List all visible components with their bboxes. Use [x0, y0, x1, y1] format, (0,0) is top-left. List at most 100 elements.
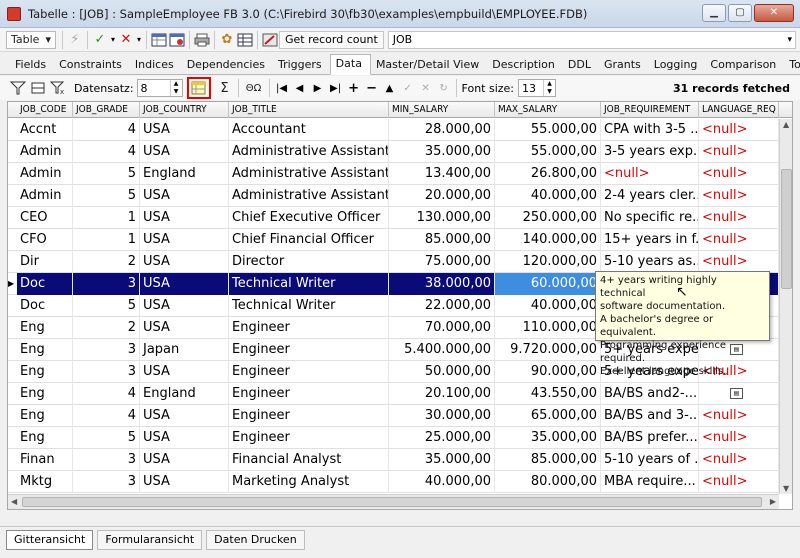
cell-country[interactable]: USA	[140, 141, 229, 163]
cell-country[interactable]: USA	[140, 449, 229, 471]
cell-max[interactable]: 90.000,00	[495, 361, 601, 383]
cell-grade[interactable]: 4	[73, 141, 140, 163]
cell-title[interactable]: Chief Executive Officer	[229, 207, 389, 229]
memo-icon[interactable]: ▤	[730, 388, 743, 399]
tab-constraints[interactable]: Constraints	[54, 56, 130, 74]
column-header-job-country[interactable]: JOB_COUNTRY	[140, 102, 229, 118]
cell-country[interactable]: USA	[140, 119, 229, 141]
object-selector[interactable]: JOB ▾	[387, 30, 796, 49]
omega-icon[interactable]: ΘΩ	[242, 79, 266, 97]
cell-min[interactable]: 75.000,00	[389, 251, 495, 273]
horizontal-scrollbar[interactable]: ◀ ▶	[8, 494, 779, 509]
insert-record-icon[interactable]: +	[345, 79, 363, 97]
cell-country[interactable]: USA	[140, 471, 229, 493]
table-row[interactable]: CFO 1 USA Chief Financial Officer 85.000,00 1…	[8, 229, 779, 251]
cell-max[interactable]: 40.000,00	[495, 185, 601, 207]
cell-lang[interactable]: <null>	[699, 449, 779, 471]
cell-lang[interactable]: <null>	[699, 119, 779, 141]
cell-max[interactable]: 65.000,00	[495, 405, 601, 427]
cell-req[interactable]: BA/BS and2-...	[601, 383, 699, 405]
cell-grade[interactable]: 4	[73, 119, 140, 141]
cell-title[interactable]: Chief Financial Officer	[229, 229, 389, 251]
table-row[interactable]: Eng 5 USA Engineer 25.000,00 35.000,00 BA/BS p…	[8, 427, 779, 449]
cell-code[interactable]: Admin	[17, 185, 73, 207]
scroll-right-icon[interactable]: ▶	[770, 497, 776, 506]
column-header-min-salary[interactable]: MIN_SALARY	[389, 102, 495, 118]
cell-req[interactable]: 2-4 years cler...	[601, 185, 699, 207]
cell-code[interactable]: Eng	[17, 427, 73, 449]
cell-title[interactable]: Administrative Assistant	[229, 185, 389, 207]
cell-max[interactable]: 9.720.000,00	[495, 339, 601, 361]
cell-code[interactable]: CEO	[17, 207, 73, 229]
cell-code[interactable]: Eng	[17, 383, 73, 405]
cell-grade[interactable]: 4	[73, 383, 140, 405]
cell-title[interactable]: Marketing Analyst	[229, 471, 389, 493]
cell-max[interactable]: 35.000,00	[495, 427, 601, 449]
cell-grade[interactable]: 5	[73, 163, 140, 185]
sigma-icon[interactable]: Σ	[215, 79, 235, 97]
cell-max[interactable]: 43.550,00	[495, 383, 601, 405]
chevron-down-icon[interactable]: ▾	[109, 31, 117, 49]
cell-max[interactable]: 55.000,00	[495, 119, 601, 141]
cell-title[interactable]: Director	[229, 251, 389, 273]
tab-triggers[interactable]: Triggers	[273, 56, 330, 74]
cell-min[interactable]: 13.400,00	[389, 163, 495, 185]
cell-min[interactable]: 22.000,00	[389, 295, 495, 317]
cell-grade[interactable]: 3	[73, 273, 140, 295]
font-size-spinner[interactable]: 13 ▲ ▼	[518, 79, 557, 97]
cell-max[interactable]: 40.000,00	[495, 295, 601, 317]
cell-title[interactable]: Technical Writer	[229, 295, 389, 317]
cell-country[interactable]: USA	[140, 229, 229, 251]
get-record-count-button[interactable]: Get record count	[278, 30, 384, 49]
cell-title[interactable]: Accountant	[229, 119, 389, 141]
tab-indices[interactable]: Indices	[130, 56, 182, 74]
next-record-icon[interactable]: ▶	[309, 79, 327, 97]
column-header-language-req[interactable]: LANGUAGE_REQ	[699, 102, 779, 118]
table-row[interactable]: Admin 5 England Administrative Assistant 13.…	[8, 163, 779, 185]
cell-min[interactable]: 35.000,00	[389, 449, 495, 471]
scroll-up-icon[interactable]: ▲	[783, 120, 789, 129]
spinner-arrows-icon[interactable]: ▲ ▼	[543, 80, 555, 96]
vertical-scroll-thumb[interactable]	[781, 169, 792, 289]
cell-lang[interactable]: <null>	[699, 427, 779, 449]
column-header-job-grade[interactable]: JOB_GRADE	[73, 102, 140, 118]
view-tab-daten drucken[interactable]: Daten Drucken	[206, 529, 305, 550]
cell-code[interactable]: Admin	[17, 163, 73, 185]
cell-max[interactable]: 80.000,00	[495, 471, 601, 493]
tab-logging[interactable]: Logging	[649, 56, 706, 74]
maximize-button[interactable]: ▢	[728, 4, 752, 22]
cell-lang[interactable]: <null>	[699, 207, 779, 229]
tab-master-detail-view[interactable]: Master/Detail View	[371, 56, 487, 74]
cell-min[interactable]: 130.000,00	[389, 207, 495, 229]
cell-title[interactable]: Engineer	[229, 361, 389, 383]
post-record-icon[interactable]: ✓	[399, 79, 417, 97]
cell-req[interactable]: CPA with 3-5 ...	[601, 119, 699, 141]
cell-grade[interactable]: 3	[73, 361, 140, 383]
cell-min[interactable]: 20.000,00	[389, 185, 495, 207]
cell-max[interactable]: 250.000,00	[495, 207, 601, 229]
cell-grade[interactable]: 1	[73, 207, 140, 229]
cell-req[interactable]: 5-10 years of ...	[601, 449, 699, 471]
cell-code[interactable]: Eng	[17, 361, 73, 383]
cell-grade[interactable]: 1	[73, 229, 140, 251]
sort-icon[interactable]	[28, 79, 48, 97]
refresh-record-icon[interactable]: ↻	[435, 79, 453, 97]
cell-req[interactable]: 15+ years in f...	[601, 229, 699, 251]
cell-code[interactable]: Eng	[17, 405, 73, 427]
cell-grade[interactable]: 4	[73, 405, 140, 427]
cell-lang[interactable]: <null>	[699, 163, 779, 185]
delete-record-icon[interactable]: −	[363, 79, 381, 97]
cell-code[interactable]: Eng	[17, 317, 73, 339]
spinner-arrows-icon[interactable]: ▲ ▼	[169, 80, 182, 96]
cell-country[interactable]: USA	[140, 185, 229, 207]
cell-lang[interactable]: <null>	[699, 471, 779, 493]
vertical-scrollbar[interactable]: ▲ ▼	[779, 119, 792, 494]
table-dropdown[interactable]: Table ▾	[6, 30, 56, 49]
cell-country[interactable]: Japan	[140, 339, 229, 361]
cell-country[interactable]: USA	[140, 273, 229, 295]
cell-title[interactable]: Administrative Assistant	[229, 141, 389, 163]
last-record-icon[interactable]: ▶|	[327, 79, 345, 97]
cell-country[interactable]: England	[140, 163, 229, 185]
cell-country[interactable]: England	[140, 383, 229, 405]
view-tab-formularansicht[interactable]: Formularansicht	[97, 529, 203, 550]
